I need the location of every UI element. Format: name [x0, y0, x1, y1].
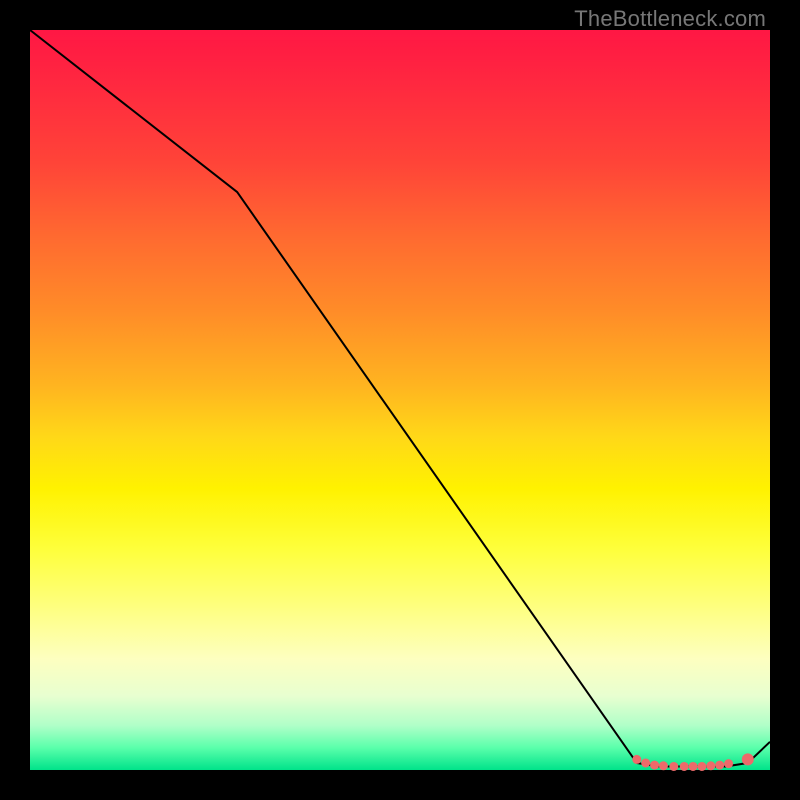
chart-container: TheBottleneck.com	[0, 0, 800, 800]
plot-gradient-background	[30, 30, 770, 770]
watermark-text: TheBottleneck.com	[574, 6, 766, 32]
